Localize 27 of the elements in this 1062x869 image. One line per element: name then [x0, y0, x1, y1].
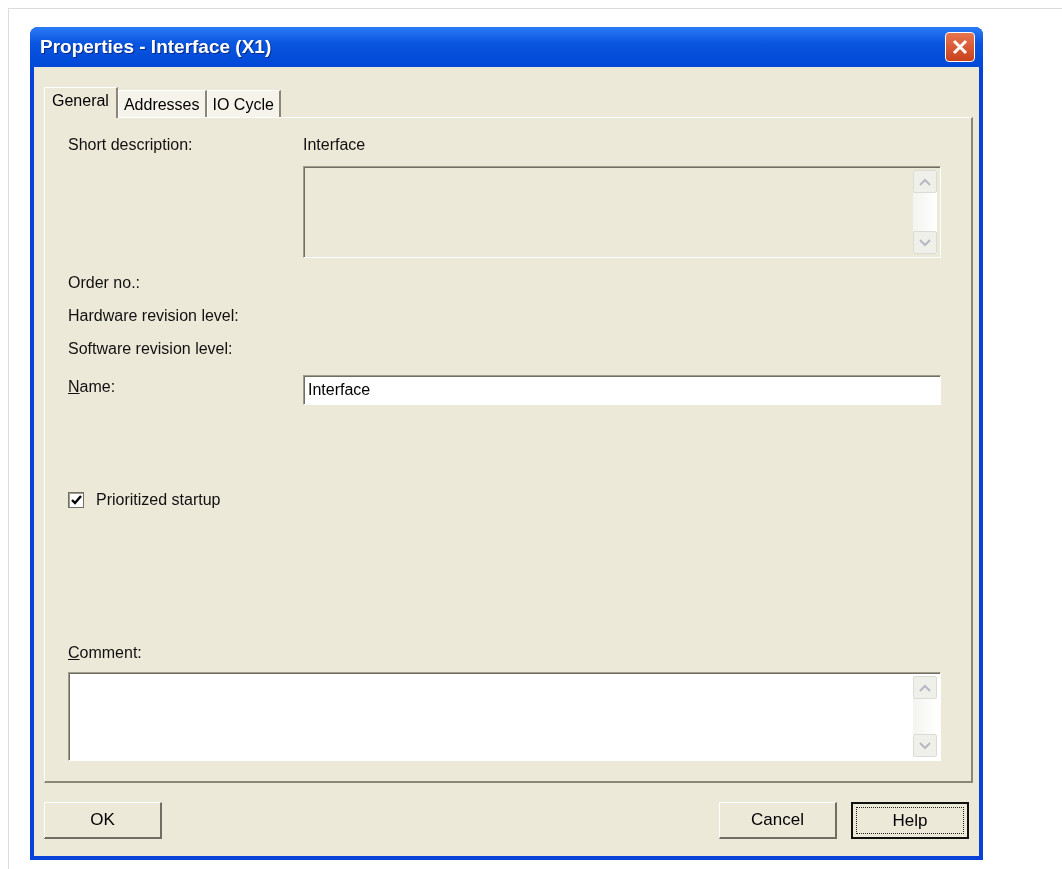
- tab[interactable]: Addresses: [117, 90, 207, 117]
- close-icon: [951, 38, 969, 56]
- scroll-up-button[interactable]: [913, 676, 937, 699]
- chevron-down-icon: [919, 741, 931, 750]
- checkbox[interactable]: [68, 492, 84, 508]
- cancel-button[interactable]: Cancel: [719, 802, 837, 839]
- chevron-down-icon: [919, 238, 931, 247]
- field-label: Order no.:: [68, 274, 142, 292]
- close-button[interactable]: [945, 32, 975, 62]
- checkmark-icon: [70, 495, 82, 505]
- field-label: Comment:: [68, 644, 143, 662]
- field-label: Short description:: [68, 136, 194, 155]
- tab[interactable]: General: [44, 87, 118, 118]
- name-field[interactable]: Interface: [303, 375, 941, 405]
- chevron-up-icon: [919, 177, 931, 186]
- ok-button[interactable]: OK: [44, 802, 162, 839]
- checkbox-label: Prioritized startup: [96, 491, 221, 509]
- window-title: Properties - Interface (X1): [40, 36, 272, 58]
- scroll-down-button[interactable]: [913, 734, 937, 757]
- description-value: Interface: [303, 136, 367, 154]
- field-label: Software revision level:: [68, 340, 234, 358]
- tab[interactable]: IO Cycle: [206, 90, 281, 117]
- chevron-up-icon: [919, 683, 931, 692]
- field-label: Hardware revision level:: [68, 307, 240, 325]
- help-button[interactable]: Help: [851, 802, 969, 839]
- comment-field[interactable]: [68, 672, 941, 761]
- field-label: Name:: [68, 378, 117, 396]
